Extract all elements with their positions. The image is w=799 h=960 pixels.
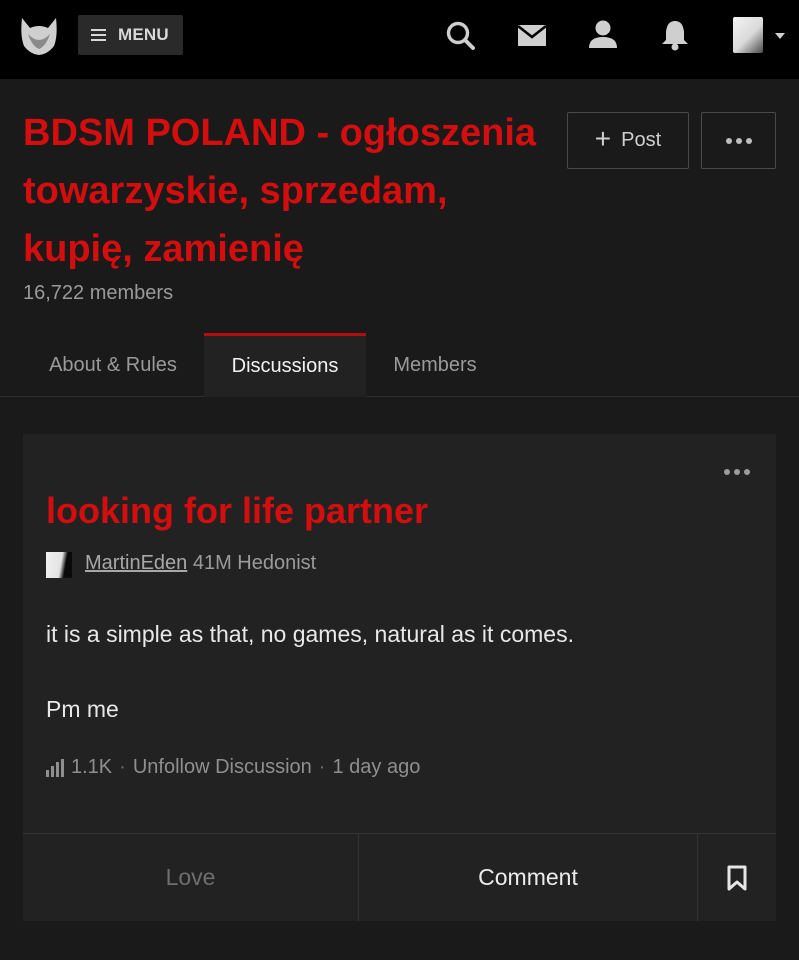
discussion-more-button[interactable] xyxy=(724,469,750,475)
bell-icon[interactable] xyxy=(659,18,691,52)
hamburger-icon xyxy=(91,29,106,41)
author-username[interactable]: MartinEden xyxy=(85,552,187,574)
more-icon xyxy=(724,469,750,475)
discussion-body-line-2: Pm me xyxy=(46,696,119,722)
menu-button[interactable]: MENU xyxy=(78,15,183,55)
mail-icon[interactable] xyxy=(516,18,548,52)
views-icon xyxy=(46,758,68,777)
top-navbar: MENU xyxy=(0,0,799,79)
bookmark-button[interactable] xyxy=(698,834,776,921)
author-avatar[interactable] xyxy=(46,552,72,578)
menu-label: MENU xyxy=(118,25,169,44)
user-icon[interactable] xyxy=(587,18,619,52)
post-label: Post xyxy=(621,129,662,151)
plus-icon: + xyxy=(594,123,612,154)
discussion-meta: 1.1K · Unfollow Discussion · 1 day ago xyxy=(46,756,420,779)
bookmark-icon xyxy=(727,865,747,890)
discussion-card: looking for life partner MartinEden 41M … xyxy=(23,434,776,921)
avatar[interactable] xyxy=(733,17,763,53)
discussion-title[interactable]: looking for life partner xyxy=(46,490,428,532)
group-title: BDSM POLAND - ogłoszenia towarzyskie, sp… xyxy=(23,112,537,270)
logo-icon[interactable] xyxy=(20,16,58,56)
love-button[interactable]: Love xyxy=(23,834,358,921)
author-info: 41M Hedonist xyxy=(192,552,317,574)
tab-discussions[interactable]: Discussions xyxy=(204,333,366,397)
comment-button[interactable]: Comment xyxy=(359,834,697,921)
meta-separator: · xyxy=(119,756,126,778)
tab-about-rules[interactable]: About & Rules xyxy=(23,333,203,397)
group-more-button[interactable] xyxy=(701,112,776,169)
tab-members[interactable]: Members xyxy=(366,333,504,397)
caret-down-icon[interactable] xyxy=(774,32,786,40)
post-button[interactable]: + Post xyxy=(567,112,689,169)
more-icon xyxy=(725,137,752,144)
discussion-body-line-1: it is a simple as that, no games, natura… xyxy=(46,621,574,647)
meta-separator: · xyxy=(318,756,326,778)
views-count: 1.1K xyxy=(71,756,113,778)
unfollow-link[interactable]: Unfollow Discussion xyxy=(133,756,312,779)
post-time: 1 day ago xyxy=(332,756,421,778)
author-line: MartinEden 41M Hedonist xyxy=(85,552,316,575)
search-icon[interactable] xyxy=(444,18,476,52)
members-count[interactable]: 16,722 members xyxy=(23,282,173,305)
